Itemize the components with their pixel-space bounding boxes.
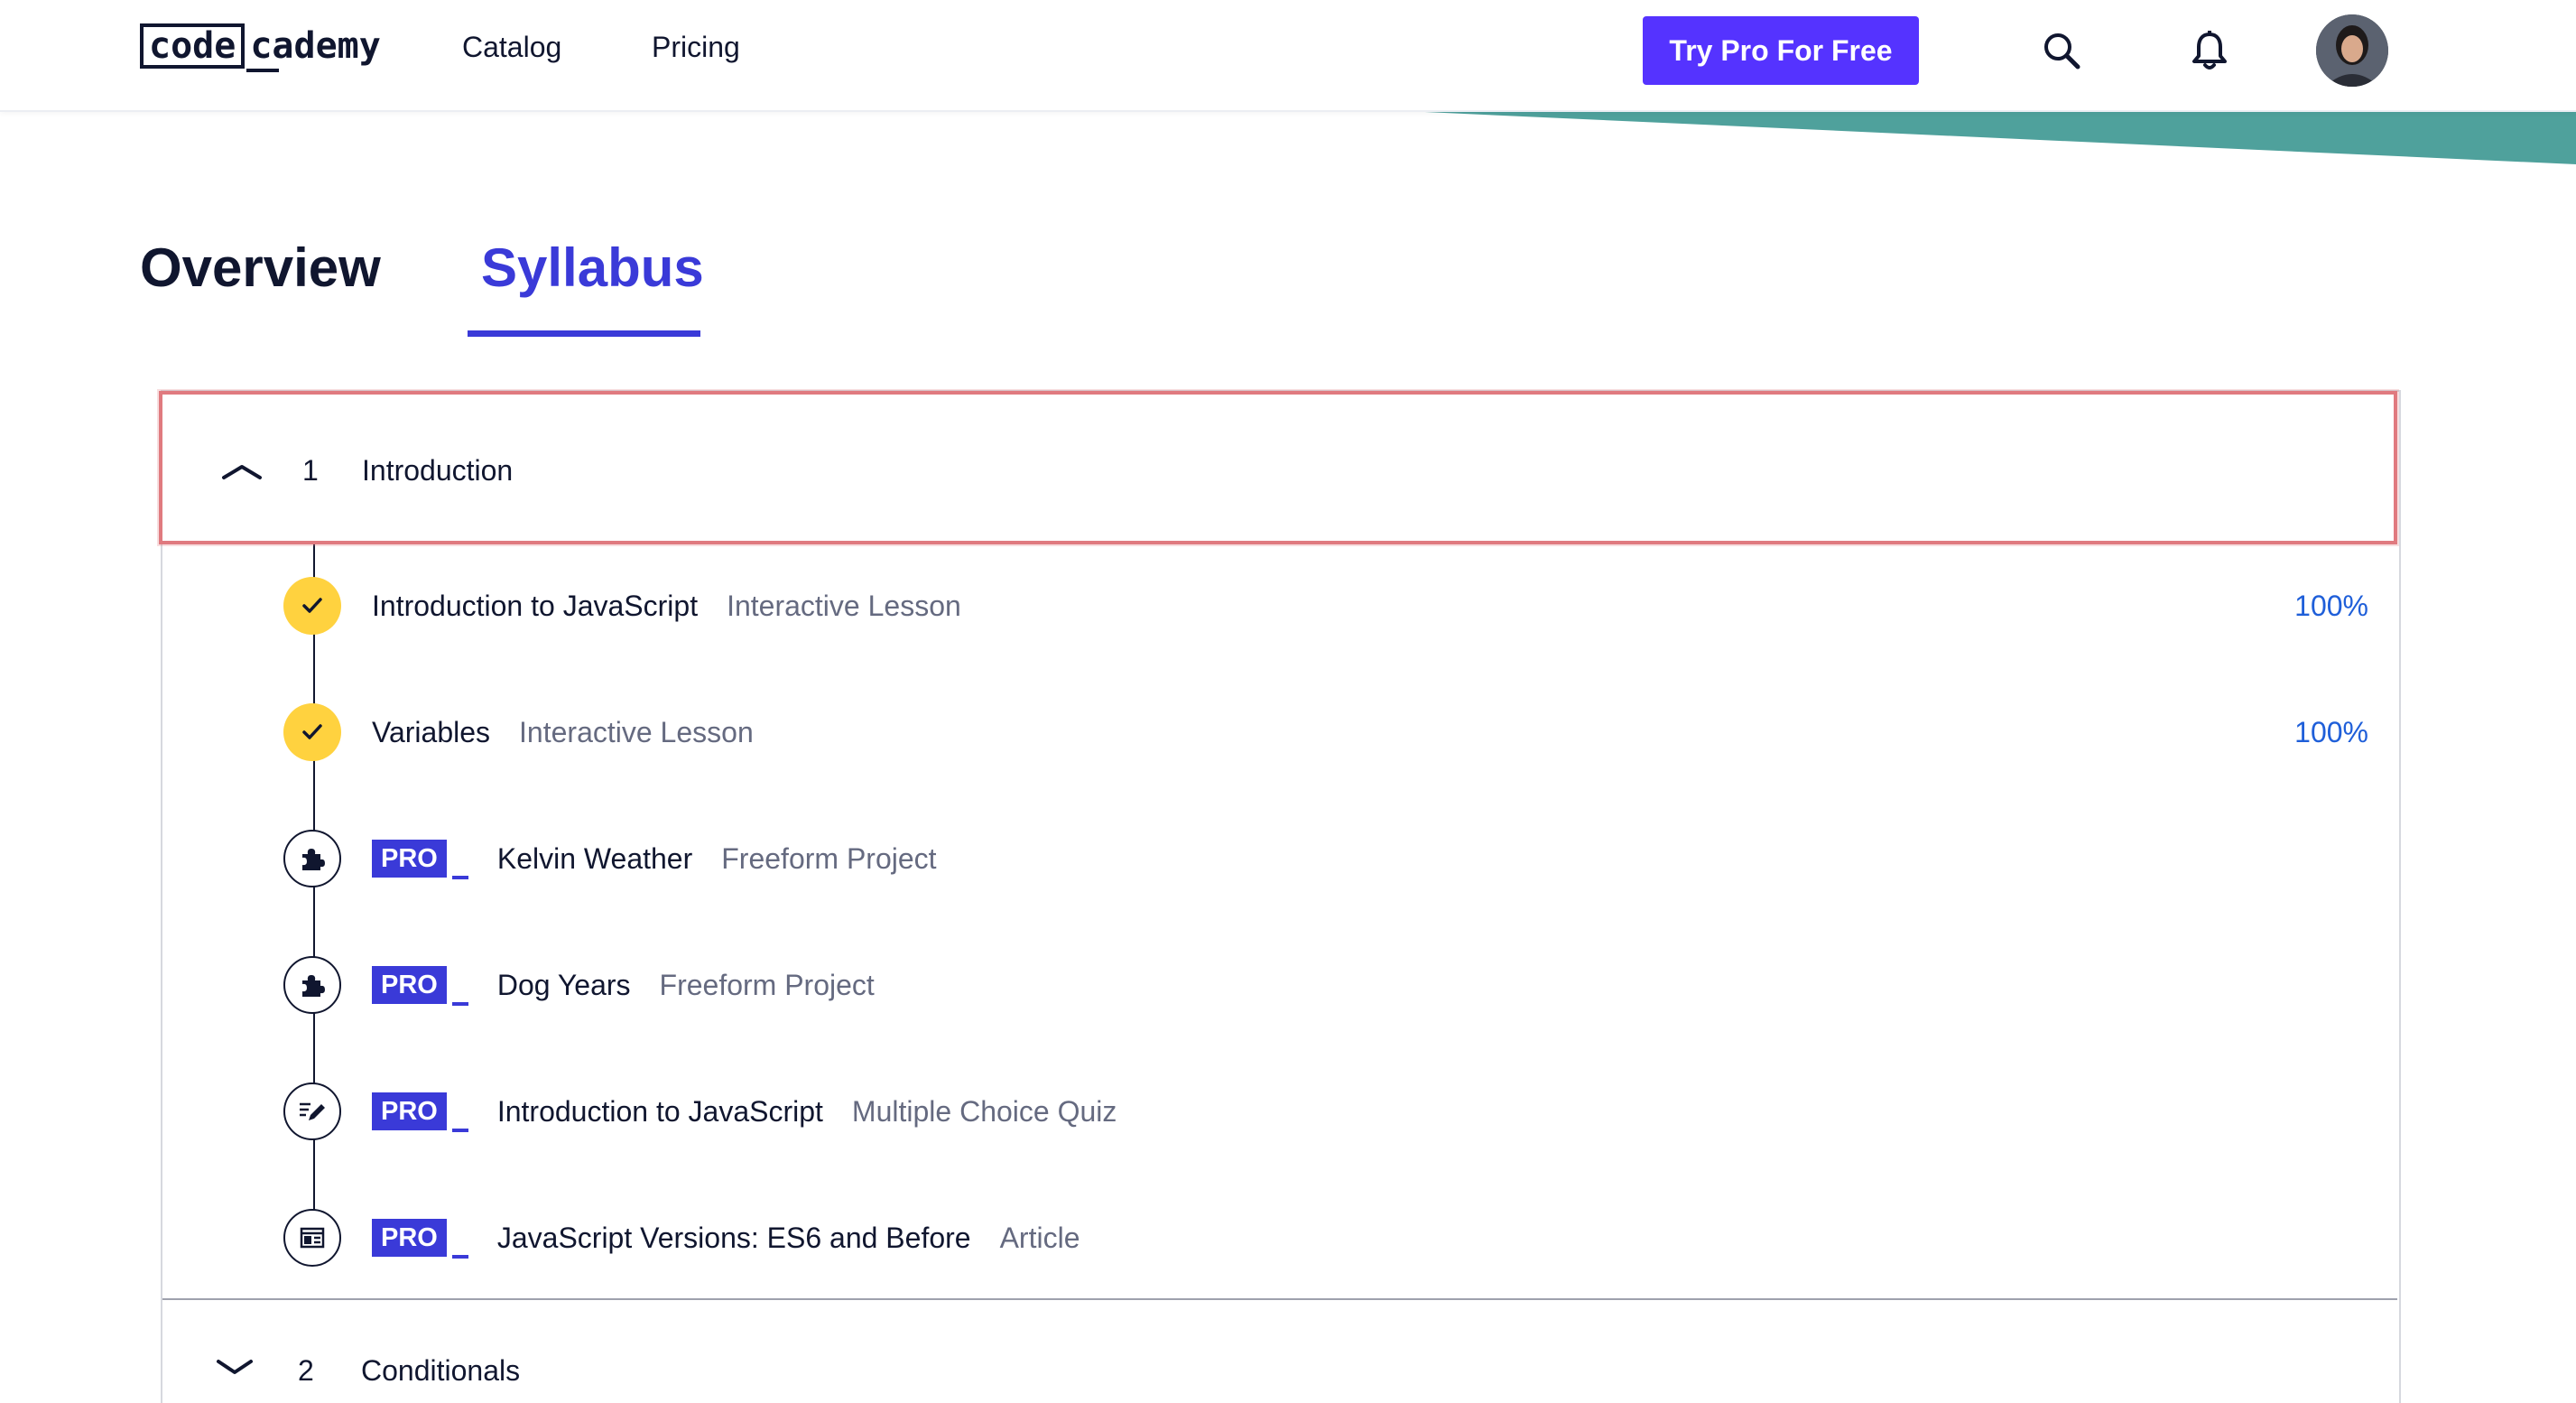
pro-badge-cursor xyxy=(451,1129,468,1132)
item-type: Freeform Project xyxy=(659,968,875,1001)
item-type: Interactive Lesson xyxy=(519,715,754,748)
pro-badge-cursor xyxy=(451,1255,468,1259)
item-title: Kelvin Weather xyxy=(496,841,693,875)
module-number: 1 xyxy=(302,454,319,487)
check-icon xyxy=(283,703,341,761)
item-type: Interactive Lesson xyxy=(727,589,961,622)
chevron-up-icon xyxy=(222,465,262,479)
nav-pricing-link[interactable]: Pricing xyxy=(652,31,740,64)
item-title: JavaScript Versions: ES6 and Before xyxy=(496,1221,971,1254)
module-title: Conditionals xyxy=(361,1354,521,1387)
syllabus-item[interactable]: PRO JavaScript Versions: ES6 and Before … xyxy=(283,1206,2368,1269)
check-icon xyxy=(283,577,341,635)
item-type: Freeform Project xyxy=(721,841,937,875)
puzzle-icon xyxy=(283,830,341,887)
pro-badge-cursor xyxy=(451,876,468,879)
item-title: Introduction to JavaScript xyxy=(496,1094,823,1128)
syllabus-item[interactable]: Introduction to JavaScript Interactive L… xyxy=(283,574,2368,637)
search-icon[interactable] xyxy=(2036,25,2087,76)
syllabus-item[interactable]: PRO Dog Years Freeform Project xyxy=(283,953,2368,1017)
pro-badge: PRO xyxy=(372,966,447,1004)
chevron-down-icon xyxy=(217,1360,253,1374)
decorative-teal-stripe xyxy=(1345,108,2576,164)
tab-syllabus[interactable]: Syllabus xyxy=(481,237,704,299)
codecademy-logo[interactable]: code cademy xyxy=(140,20,381,72)
logo-cademy-text: cademy xyxy=(245,25,381,72)
bell-icon[interactable] xyxy=(2184,25,2235,76)
quiz-icon xyxy=(283,1082,341,1140)
syllabus-item[interactable]: PRO Introduction to JavaScript Multiple … xyxy=(283,1080,2368,1143)
module-header-introduction[interactable]: 1 Introduction xyxy=(159,391,2397,544)
item-type: Article xyxy=(999,1221,1080,1254)
module-header-conditionals[interactable]: 2 Conditionals xyxy=(213,1354,520,1398)
module-number: 2 xyxy=(298,1354,314,1387)
pro-badge: PRO xyxy=(372,840,447,878)
syllabus-item[interactable]: Variables Interactive Lesson 100% xyxy=(283,701,2368,764)
top-nav-bar: code cademy Catalog Pricing Try Pro For … xyxy=(0,0,2576,112)
nav-catalog-link[interactable]: Catalog xyxy=(462,31,561,64)
logo-code-box: code xyxy=(140,23,246,69)
item-progress: 100% xyxy=(2294,715,2368,748)
item-type: Multiple Choice Quiz xyxy=(851,1094,1117,1128)
puzzle-icon xyxy=(283,956,341,1014)
item-title: Dog Years xyxy=(496,968,631,1001)
item-progress: 100% xyxy=(2294,589,2368,622)
item-title: Variables xyxy=(372,715,491,748)
syllabus-item[interactable]: PRO Kelvin Weather Freeform Project xyxy=(283,827,2368,890)
tab-overview[interactable]: Overview xyxy=(140,237,381,299)
module-divider xyxy=(162,1298,2397,1300)
article-icon xyxy=(283,1209,341,1267)
pro-badge: PRO xyxy=(372,1219,447,1257)
module-title: Introduction xyxy=(362,454,514,487)
pro-badge-cursor xyxy=(451,1002,468,1006)
try-pro-button[interactable]: Try Pro For Free xyxy=(1643,16,1919,85)
item-title: Introduction to JavaScript xyxy=(372,589,699,622)
pro-badge: PRO xyxy=(372,1092,447,1130)
active-tab-indicator xyxy=(468,330,700,337)
user-avatar[interactable] xyxy=(2316,14,2388,87)
